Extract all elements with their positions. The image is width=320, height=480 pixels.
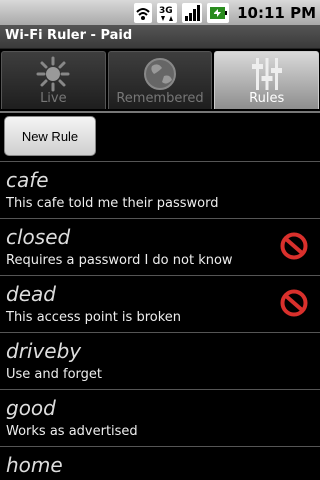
sliders-icon bbox=[251, 58, 282, 90]
globe-icon bbox=[144, 58, 176, 90]
tab-rules-label: Rules bbox=[249, 91, 285, 106]
battery-icon bbox=[207, 2, 230, 23]
tab-live-label: Live bbox=[40, 91, 67, 106]
list-item[interactable]: driveby Use and forget bbox=[0, 332, 320, 389]
blocked-icon bbox=[280, 232, 308, 260]
rule-name: dead bbox=[6, 282, 56, 306]
app-title: Wi-Fi Ruler - Paid bbox=[5, 28, 133, 43]
signal-icon bbox=[182, 2, 203, 23]
app-title-bar: Wi-Fi Ruler - Paid bbox=[0, 25, 320, 49]
rules-list: cafe This cafe told me their password cl… bbox=[0, 161, 320, 480]
network-type-label: 3G bbox=[159, 6, 173, 16]
new-rule-button[interactable]: New Rule bbox=[4, 116, 96, 156]
tab-live[interactable]: Live bbox=[1, 51, 106, 109]
wifi-icon bbox=[134, 2, 153, 23]
blocked-icon bbox=[280, 289, 308, 317]
sun-icon bbox=[36, 56, 70, 92]
rule-name: good bbox=[6, 396, 56, 420]
rule-description: Works as advertised bbox=[6, 424, 138, 439]
rule-name: driveby bbox=[6, 339, 82, 363]
rule-description: This access point is broken bbox=[6, 310, 182, 325]
tab-divider bbox=[0, 111, 320, 113]
list-item[interactable]: home bbox=[0, 446, 320, 480]
tab-remembered-label: Remembered bbox=[116, 91, 204, 106]
rule-description: Use and forget bbox=[6, 367, 103, 382]
tab-rules[interactable]: Rules bbox=[214, 51, 320, 109]
rule-name: closed bbox=[6, 225, 71, 249]
rule-name: cafe bbox=[6, 168, 49, 192]
3g-icon: 3G bbox=[157, 2, 178, 23]
list-item[interactable]: dead This access point is broken bbox=[0, 275, 320, 332]
list-item[interactable]: closed Requires a password I do not know bbox=[0, 218, 320, 275]
tab-remembered[interactable]: Remembered bbox=[107, 51, 213, 109]
clock: 10:11 PM bbox=[237, 3, 316, 22]
list-item[interactable]: good Works as advertised bbox=[0, 389, 320, 446]
status-bar: 3G 10:11 PM bbox=[0, 0, 320, 25]
rule-description: This cafe told me their password bbox=[6, 196, 219, 211]
rule-description: Requires a password I do not know bbox=[6, 253, 233, 268]
list-item[interactable]: cafe This cafe told me their password bbox=[0, 161, 320, 218]
tab-bar: Live Remembered Rules bbox=[0, 49, 320, 111]
rule-name: home bbox=[6, 453, 63, 477]
